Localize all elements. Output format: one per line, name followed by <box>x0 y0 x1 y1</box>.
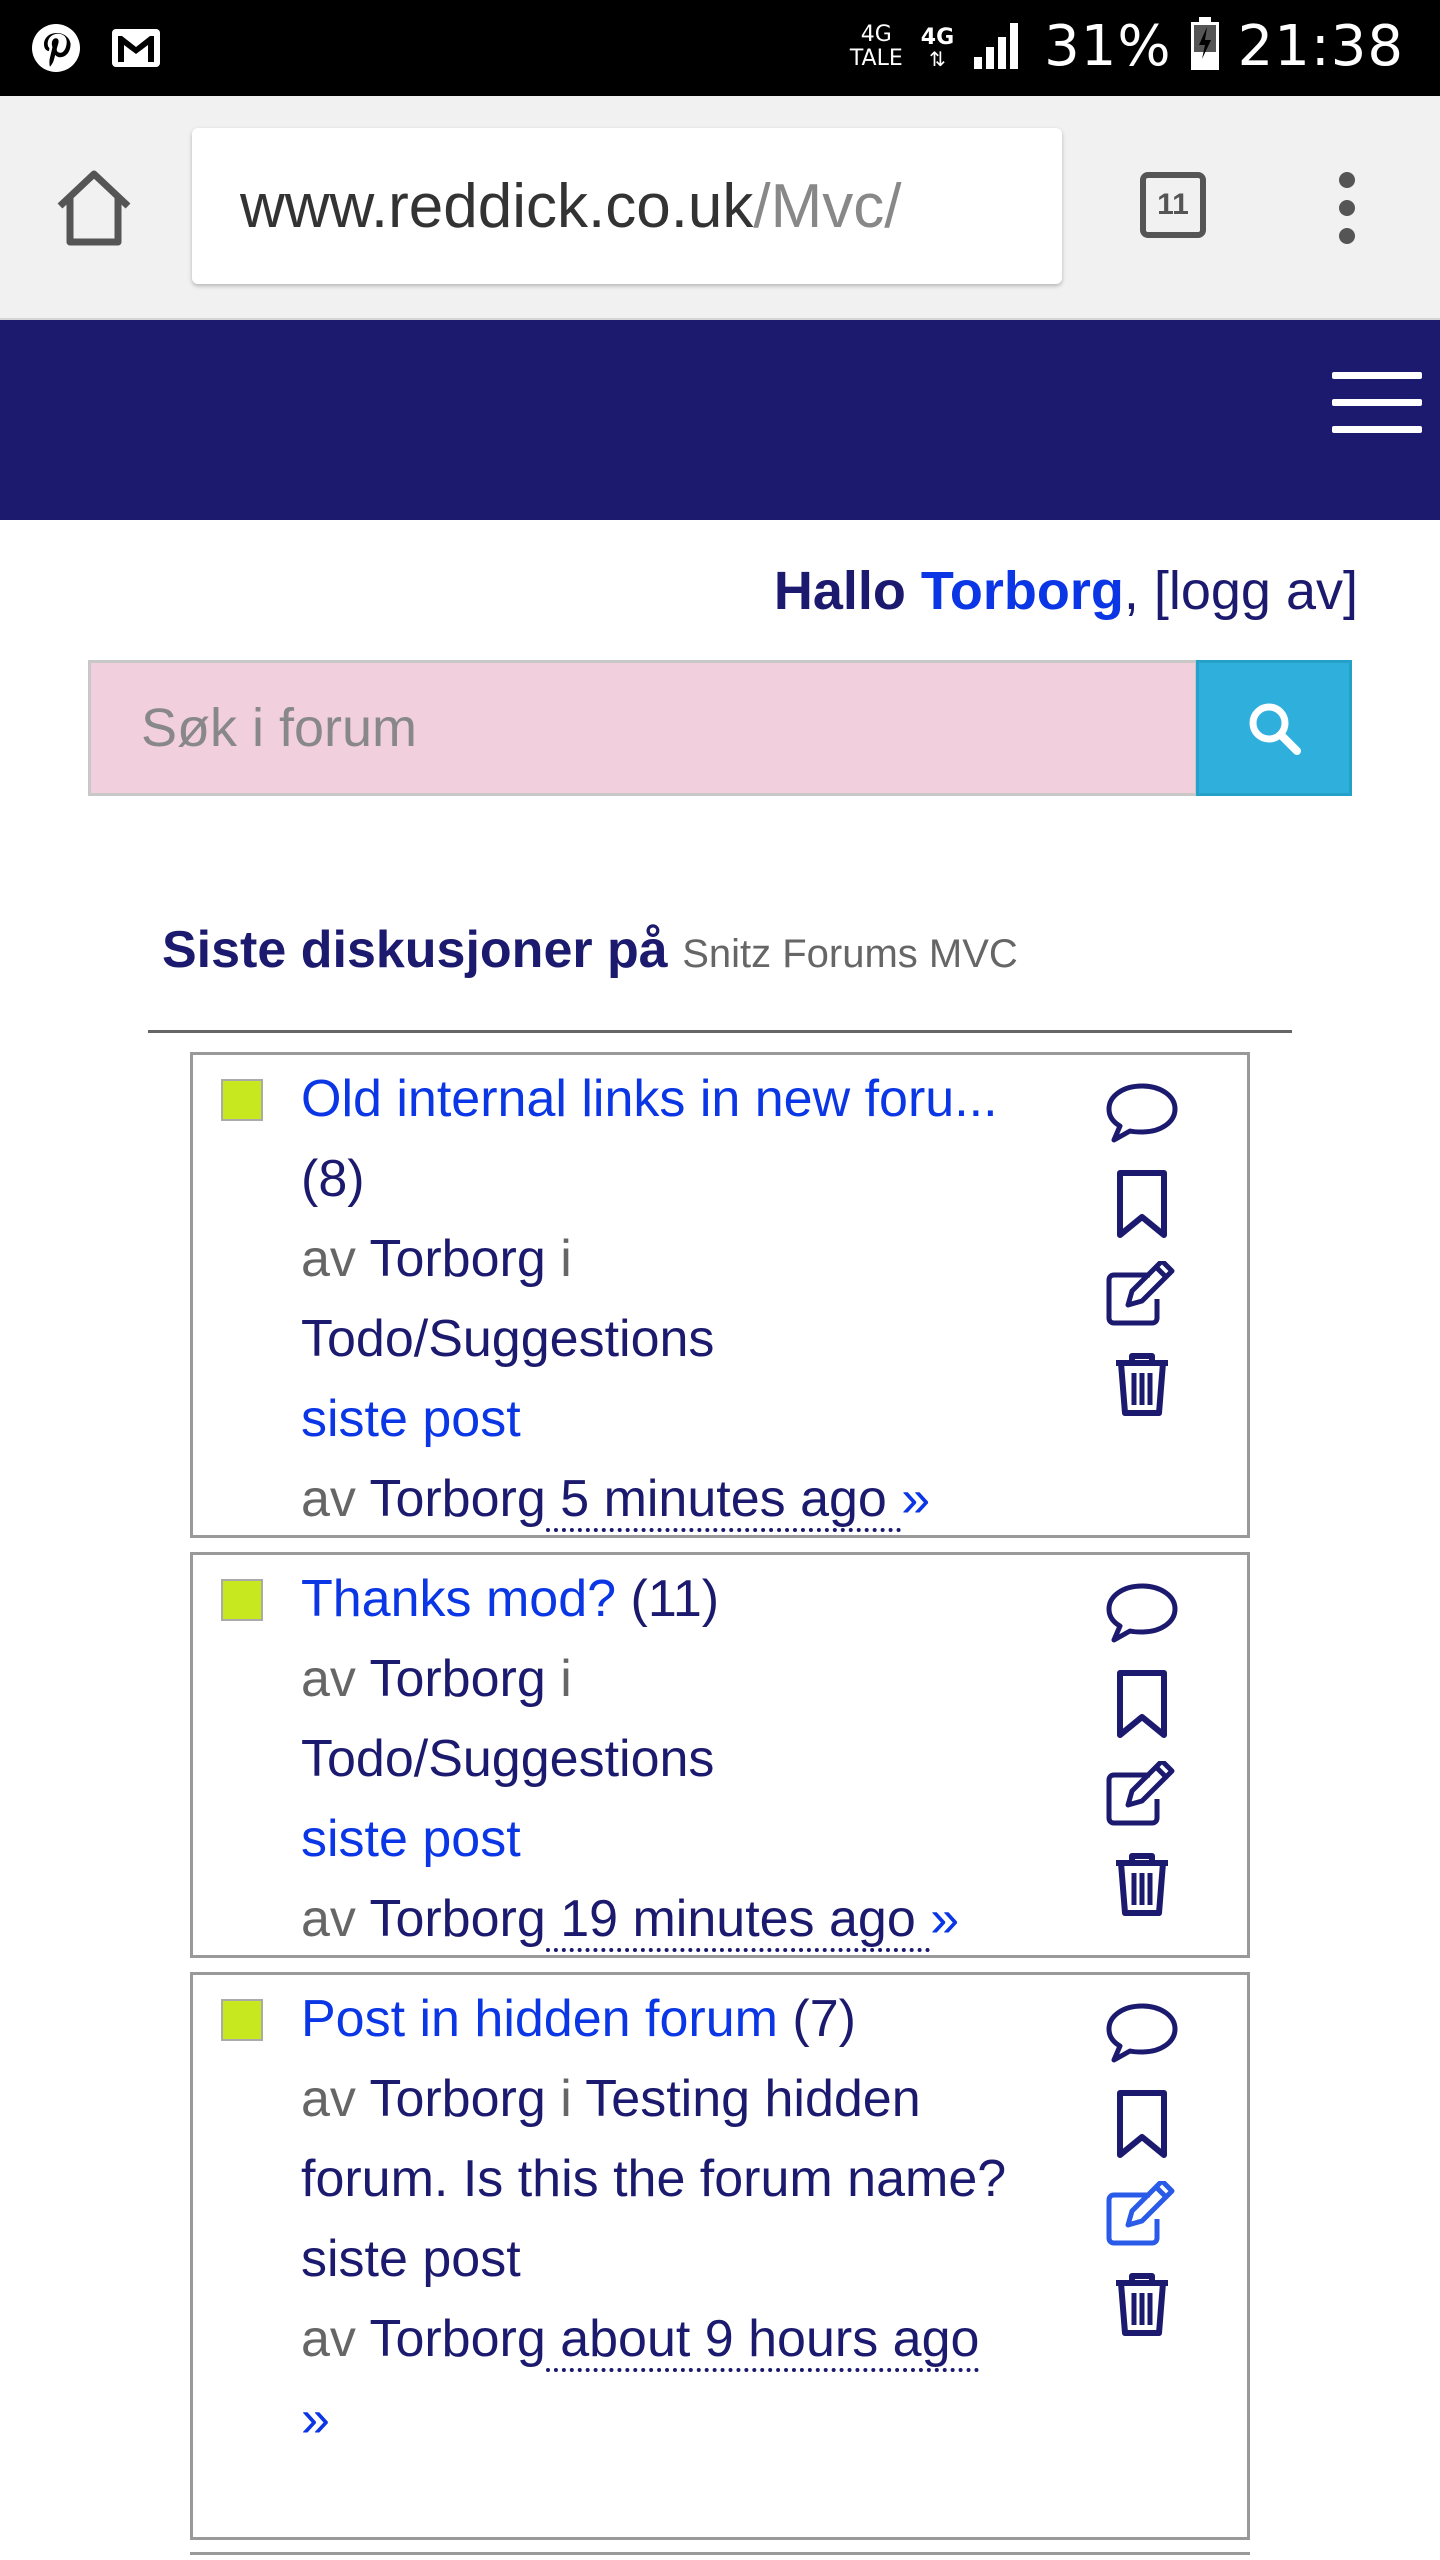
pinterest-icon <box>30 22 82 74</box>
last-author-link[interactable]: Torborg <box>369 2310 545 2368</box>
url-path: /Mvc/ <box>753 171 902 241</box>
topic-folder-icon <box>221 1999 263 2041</box>
author-link[interactable]: Torborg <box>369 2070 545 2128</box>
go-to-last-post-link[interactable]: » <box>930 1890 959 1948</box>
tab-switcher-button[interactable]: 11 <box>1140 172 1206 238</box>
in-label: i <box>560 1230 572 1288</box>
last-post-label: siste post <box>301 1810 521 1868</box>
last-author-link[interactable]: Torborg <box>369 1470 545 1528</box>
bookmark-icon[interactable] <box>1097 2079 1187 2169</box>
forum-link[interactable]: Todo/Suggestions <box>301 1730 714 1788</box>
url-domain: www.reddick.co.uk <box>240 171 754 241</box>
section-heading: Siste diskusjoner på Snitz Forums MVC <box>162 920 1018 980</box>
delete-icon[interactable] <box>1097 2259 1187 2349</box>
last-post-time: about 9 hours ago <box>545 2310 980 2372</box>
by-label: av <box>301 1470 356 1528</box>
topic-title-link[interactable]: Old internal links in new foru... <box>301 1059 998 1139</box>
logout-link[interactable]: [logg av] <box>1154 561 1358 621</box>
signal-icon <box>972 19 1026 74</box>
delete-icon[interactable] <box>1097 1339 1187 1429</box>
greeting-username-link[interactable]: Torborg <box>921 561 1124 621</box>
battery-charging-icon <box>1190 17 1220 76</box>
edit-icon[interactable] <box>1097 1249 1187 1339</box>
battery-percent: 31% <box>1044 14 1172 79</box>
data-4g-icon: 4G ⇅ <box>920 24 955 71</box>
section-title: Siste diskusjoner på <box>162 921 668 979</box>
reply-icon[interactable] <box>1097 1989 1187 2079</box>
search-button[interactable] <box>1196 660 1352 796</box>
more-options-icon[interactable] <box>1320 166 1374 250</box>
by-label: av <box>301 2070 356 2128</box>
by-label: av <box>301 2310 356 2368</box>
by-label: av <box>301 1650 356 1708</box>
address-bar[interactable]: www.reddick.co.uk/Mvc/ <box>192 128 1062 284</box>
delete-icon[interactable] <box>1097 1839 1187 1929</box>
network-4g-tale: 4G TALE <box>849 21 903 71</box>
forum-link[interactable]: Todo/Suggestions <box>301 1310 714 1368</box>
by-label: av <box>301 1890 356 1948</box>
edit-icon[interactable] <box>1097 1749 1187 1839</box>
topic-title-link[interactable]: Post in hidden forum <box>301 1990 778 2048</box>
bookmark-icon[interactable] <box>1097 1159 1187 1249</box>
last-author-link[interactable]: Torborg <box>369 1890 545 1948</box>
greeting-comma: , <box>1123 561 1139 621</box>
last-post-time: 5 minutes ago <box>545 1470 902 1532</box>
topic-card: Old internal links in new foru... (8) av… <box>190 1052 1250 1538</box>
user-greeting: Hallo Torborg, [logg av] <box>774 560 1358 622</box>
in-label: i <box>560 1650 572 1708</box>
reply-count: (7) <box>792 1990 856 2048</box>
browser-toolbar: www.reddick.co.uk/Mvc/ 11 <box>0 96 1440 320</box>
by-label: av <box>301 1230 356 1288</box>
go-to-last-post-link[interactable]: » <box>301 2390 330 2448</box>
author-link[interactable]: Torborg <box>369 1230 545 1288</box>
last-post-label: siste post <box>301 1390 521 1448</box>
net2-label: 4G <box>920 24 955 50</box>
greeting-hallo: Hallo <box>773 561 906 621</box>
topic-folder-icon <box>221 1579 263 1621</box>
search-input[interactable]: Søk i forum <box>88 660 1198 796</box>
clock: 21:38 <box>1237 14 1404 79</box>
topic-card-partial <box>190 2552 1250 2560</box>
status-bar: 4G TALE 4G ⇅ 31% 21:38 <box>0 0 1440 96</box>
last-post-time: 19 minutes ago <box>545 1890 931 1952</box>
section-site-name: Snitz Forums MVC <box>682 932 1018 976</box>
gmail-icon <box>110 22 162 74</box>
search-icon <box>1249 703 1301 755</box>
divider <box>148 1030 1292 1033</box>
topic-folder-icon <box>221 1079 263 1121</box>
topic-card: Thanks mod? (11) av Torborg i Todo/Sugge… <box>190 1552 1250 1958</box>
home-icon[interactable] <box>52 166 136 250</box>
edit-icon[interactable] <box>1097 2169 1187 2259</box>
reply-icon[interactable] <box>1097 1069 1187 1159</box>
hamburger-menu-icon[interactable] <box>1332 372 1422 462</box>
site-header <box>0 320 1440 520</box>
in-label: i <box>560 2070 572 2128</box>
reply-count: (8) <box>301 1150 365 1208</box>
bookmark-icon[interactable] <box>1097 1659 1187 1749</box>
author-link[interactable]: Torborg <box>369 1650 545 1708</box>
net-label: 4G <box>860 21 892 47</box>
topic-card: Post in hidden forum (7) av Torborg i Te… <box>190 1972 1250 2540</box>
url-text: www.reddick.co.uk/Mvc/ <box>240 171 902 242</box>
reply-count: (11) <box>630 1570 720 1628</box>
go-to-last-post-link[interactable]: » <box>901 1470 930 1528</box>
reply-icon[interactable] <box>1097 1569 1187 1659</box>
topic-title-link[interactable]: Thanks mod? <box>301 1570 616 1628</box>
net-sublabel: TALE <box>849 45 903 71</box>
last-post-label: siste post <box>301 2230 521 2288</box>
